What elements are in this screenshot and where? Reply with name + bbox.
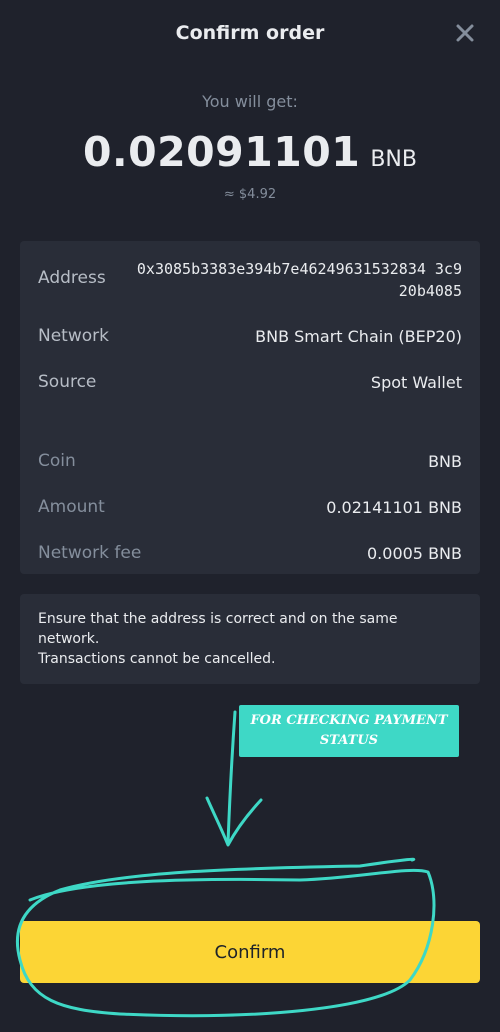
annotation-arrow-head	[205, 796, 263, 847]
annotation-label: FOR CHECKING PAYMENT STATUS	[239, 705, 459, 757]
usd-equivalent: ≈ $4.92	[223, 187, 277, 202]
fee-label: Network fee	[38, 543, 142, 563]
annotation-arrow-shaft	[226, 710, 237, 845]
notice-text: Ensure that the address is correct and o…	[38, 611, 398, 667]
order-details-panel: Address 0x3085b3383e394b7e46249631532834…	[20, 241, 480, 574]
coin-label: Coin	[38, 451, 76, 471]
network-label: Network	[38, 326, 109, 346]
address-value: 0x3085b3383e394b7e46249631532834 3c920b4…	[136, 260, 462, 300]
annotation-text: FOR CHECKING PAYMENT STATUS	[250, 713, 448, 748]
amount-label: Amount	[38, 497, 105, 517]
address-label: Address	[38, 268, 106, 288]
amount-unit: BNB	[370, 147, 417, 172]
receive-amount: 0.02091101 BNB	[0, 128, 500, 176]
source-label: Source	[38, 372, 97, 392]
amount-value: 0.02091101	[83, 128, 361, 176]
amount-detail-value: 0.02141101 BNB	[326, 498, 462, 517]
page-title: Confirm order	[175, 22, 325, 44]
network-value: BNB Smart Chain (BEP20)	[255, 327, 462, 346]
coin-value: BNB	[428, 452, 462, 471]
source-value: Spot Wallet	[370, 373, 462, 392]
close-icon	[456, 24, 474, 42]
fee-value: 0.0005 BNB	[367, 544, 462, 563]
close-button[interactable]	[452, 20, 478, 46]
confirm-button[interactable]: Confirm	[20, 921, 480, 983]
receive-label: You will get:	[202, 92, 298, 111]
header: Confirm order	[0, 0, 500, 72]
warning-notice: Ensure that the address is correct and o…	[20, 594, 480, 684]
